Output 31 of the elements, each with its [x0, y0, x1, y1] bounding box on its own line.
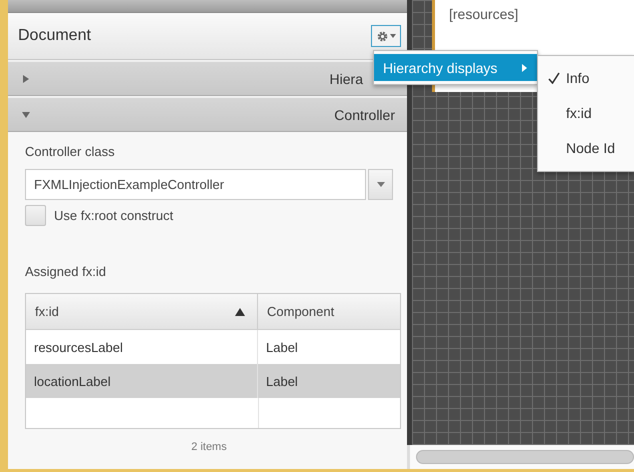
caret-icon — [376, 182, 384, 187]
section-title: Controller — [334, 106, 395, 122]
submenu-arrow-icon — [522, 64, 527, 72]
checkmark-icon — [548, 72, 560, 84]
expanded-arrow-icon — [22, 110, 30, 118]
menu-item[interactable]: fx:id — [538, 95, 634, 130]
field-label: Controller class — [25, 144, 116, 159]
section-label: Assigned fx:id — [25, 264, 107, 279]
sort-ascending-icon — [235, 308, 245, 316]
collapsed-arrow-icon — [22, 74, 30, 82]
table-cell-text: Label — [265, 372, 299, 390]
section-header[interactable]: Controller — [8, 97, 407, 132]
caret-icon — [390, 34, 396, 38]
settings-icon — [376, 30, 388, 42]
menu-item[interactable]: Node Id — [538, 130, 634, 165]
checkbox-label: Use fx:root construct — [54, 208, 174, 223]
scrollbar-thumb[interactable] — [416, 450, 634, 464]
column-header[interactable]: Component — [258, 294, 400, 329]
dropdown-button[interactable] — [368, 169, 393, 200]
component-label: [resources] — [449, 6, 518, 22]
menu-item[interactable]: Info — [538, 60, 634, 95]
item-count: 2 items — [190, 441, 228, 453]
controller-class-field[interactable]: FXMLInjectionExampleController — [25, 169, 366, 200]
section-title: Hiera — [330, 70, 363, 86]
column-header[interactable]: fx:id — [26, 294, 258, 329]
table-cell: locationLabel — [26, 364, 258, 398]
table-cell-text: Label — [265, 338, 299, 356]
settings-menu-button[interactable] — [371, 25, 401, 47]
table-row[interactable]: locationLabel Label — [26, 364, 400, 398]
checkbox[interactable] — [25, 205, 46, 226]
panel-title: Document — [18, 27, 91, 45]
